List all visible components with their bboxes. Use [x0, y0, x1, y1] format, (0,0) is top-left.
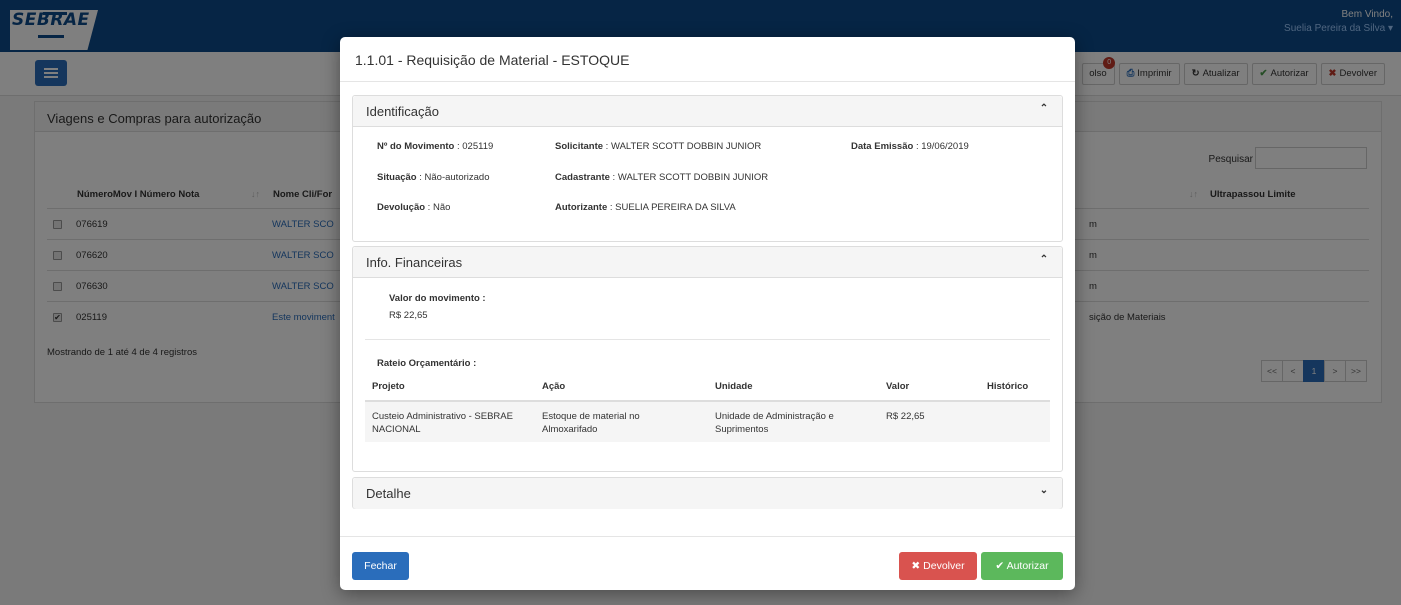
solicitante-label: Solicitante [555, 141, 604, 152]
rateio-unidade-line: Unidade de Administração e [715, 411, 834, 422]
devolucao-field: Devolução : Não [377, 202, 450, 213]
num-movimento-field: Nº do Movimento : 025119 [377, 141, 493, 152]
identificacao-title: Identificação [366, 104, 439, 119]
rateio-unidade: Unidade de Administração e Suprimentos [715, 410, 834, 436]
detalhe-section: Detalhe ⌄ [352, 477, 1063, 509]
rateio-valor: R$ 22,65 [886, 411, 925, 422]
financeiras-section: Info. Financeiras ⌃ Valor do movimento :… [352, 246, 1063, 472]
data-emissao-label: Data Emissão [851, 141, 914, 152]
autorizante-value: : SUELIA PEREIRA DA SILVA [607, 202, 736, 213]
situacao-label: Situação [377, 172, 417, 183]
situacao-value: : Não-autorizado [416, 172, 490, 183]
fechar-button[interactable]: Fechar [352, 552, 409, 580]
rateio-row: Custeio Administrativo - SEBRAE NACIONAL… [365, 402, 1050, 442]
chevron-up-icon[interactable]: ⌃ [1038, 103, 1050, 117]
detalhe-title: Detalhe [366, 486, 411, 501]
modal-title: 1.1.01 - Requisição de Material - ESTOQU… [355, 52, 630, 68]
modal-footer: Fechar ✖ Devolver ✔ Autorizar [340, 536, 1075, 590]
solicitante-value: : WALTER SCOTT DOBBIN JUNIOR [603, 141, 762, 152]
rateio-col-projeto: Projeto [372, 381, 405, 392]
rateio-acao-line: Almoxarifado [542, 424, 598, 435]
num-movimento-label: Nº do Movimento [377, 141, 455, 152]
autorizante-field: Autorizante : SUELIA PEREIRA DA SILVA [555, 202, 736, 213]
identificacao-header[interactable]: Identificação ⌃ [353, 96, 1062, 127]
financeiras-title: Info. Financeiras [366, 255, 463, 270]
rateio-projeto: Custeio Administrativo - SEBRAE NACIONAL [372, 410, 513, 436]
check-icon: ✔ [995, 560, 1007, 572]
solicitante-field: Solicitante : WALTER SCOTT DOBBIN JUNIOR [555, 141, 761, 152]
autorizar-button[interactable]: ✔ Autorizar [981, 552, 1063, 580]
autorizar-button-label: Autorizar [1006, 560, 1049, 572]
autorizante-label: Autorizante [555, 202, 608, 213]
cadastrante-value: : WALTER SCOTT DOBBIN JUNIOR [609, 172, 769, 183]
devolucao-value: : Não [425, 202, 451, 213]
rateio-label: Rateio Orçamentário : [377, 358, 477, 369]
rateio-col-unidade: Unidade [715, 381, 753, 392]
devolver-button-label: Devolver [923, 560, 965, 572]
identificacao-section: Identificação ⌃ Nº do Movimento : 025119… [352, 95, 1063, 242]
rateio-acao-line: Estoque de material no [542, 411, 640, 422]
cadastrante-label: Cadastrante [555, 172, 610, 183]
valor-movimento-value: R$ 22,65 [389, 310, 428, 321]
close-icon: ✖ [911, 560, 924, 572]
data-emissao-value: : 19/06/2019 [913, 141, 969, 152]
situacao-field: Situação : Não-autorizado [377, 172, 489, 183]
financeiras-header[interactable]: Info. Financeiras ⌃ [353, 247, 1062, 278]
chevron-up-icon[interactable]: ⌃ [1038, 254, 1050, 268]
devolucao-label: Devolução [377, 202, 426, 213]
rateio-col-historico: Histórico [987, 381, 1029, 392]
cadastrante-field: Cadastrante : WALTER SCOTT DOBBIN JUNIOR [555, 172, 768, 183]
num-movimento-value: : 025119 [454, 141, 494, 152]
rateio-projeto-line: NACIONAL [372, 424, 421, 435]
rateio-acao: Estoque de material no Almoxarifado [542, 410, 640, 436]
chevron-down-icon[interactable]: ⌄ [1038, 485, 1050, 499]
detalhe-header[interactable]: Detalhe ⌄ [353, 478, 1062, 509]
rateio-projeto-line: Custeio Administrativo - SEBRAE [372, 411, 513, 422]
divider [365, 339, 1050, 340]
rateio-col-valor: Valor [886, 381, 910, 392]
rateio-col-acao: Ação [542, 381, 566, 392]
devolver-button[interactable]: ✖ Devolver [899, 552, 977, 580]
data-emissao-field: Data Emissão : 19/06/2019 [851, 141, 969, 152]
modal-header: 1.1.01 - Requisição de Material - ESTOQU… [340, 37, 1075, 82]
rateio-unidade-line: Suprimentos [715, 424, 769, 435]
requisicao-modal: 1.1.01 - Requisição de Material - ESTOQU… [340, 37, 1075, 590]
valor-movimento-label: Valor do movimento : [389, 293, 486, 304]
